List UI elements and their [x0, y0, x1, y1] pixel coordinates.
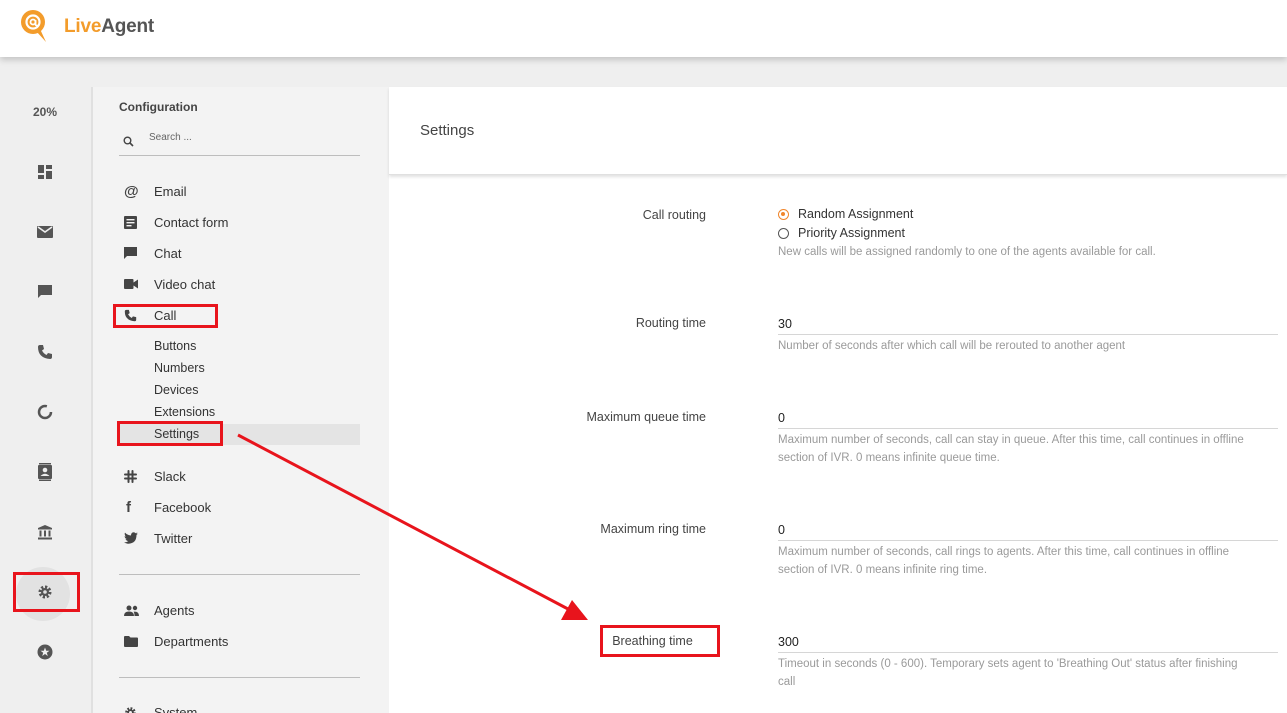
routing-time-help: Number of seconds after which call will … [778, 340, 1126, 352]
nav-item-chat[interactable]: Chat [119, 242, 181, 264]
radio-unchecked-icon [778, 227, 789, 239]
subitem-numbers[interactable]: Numbers [154, 361, 205, 375]
max-queue-time-help-line1: Maximum number of seconds, call can stay… [778, 434, 1244, 446]
nav-item-label: Chat [154, 245, 182, 261]
highlight-call [113, 304, 218, 328]
search-icon [123, 134, 134, 152]
nav-item-facebook[interactable]: f Facebook [119, 496, 211, 518]
radio-label: Random Assignment [798, 207, 914, 221]
logo-text: LiveAgent [64, 16, 154, 38]
configuration-panel: Configuration @ Email Contact form Chat … [93, 87, 389, 713]
reports-icon[interactable] [33, 400, 57, 424]
max-ring-time-help-line2: section of IVR. 0 means infinite ring ti… [778, 564, 988, 576]
logo-text-agent: Agent [101, 16, 155, 37]
gear-icon [119, 706, 154, 713]
call-routing-help: New calls will be assigned randomly to o… [778, 246, 1156, 258]
star-icon[interactable] [33, 640, 57, 664]
logo-icon [20, 9, 62, 45]
phone-icon[interactable] [33, 340, 57, 364]
highlight-settings [117, 421, 223, 446]
nav-item-departments[interactable]: Departments [119, 630, 228, 652]
chat-icon [119, 246, 154, 260]
max-queue-time-input[interactable]: 0 [778, 409, 1278, 429]
settings-header: Settings [389, 87, 1287, 175]
nav-item-label: Video chat [154, 276, 216, 292]
max-ring-time-input[interactable]: 0 [778, 521, 1278, 541]
highlight-gear [13, 572, 80, 612]
nav-item-label: Departments [154, 633, 229, 649]
knowledgebase-icon[interactable] [33, 520, 57, 544]
max-queue-time-label: Maximum queue time [586, 410, 707, 424]
radio-priority-assignment[interactable]: Priority Assignment [778, 226, 905, 240]
folder-icon [119, 635, 154, 647]
chat-icon[interactable] [33, 280, 57, 304]
nav-item-label: Agents [154, 602, 195, 618]
search-input[interactable] [149, 132, 349, 143]
nav-item-email[interactable]: @ Email [119, 180, 187, 202]
breathing-time-input[interactable]: 300 [778, 633, 1278, 653]
radio-checked-icon [778, 208, 789, 220]
section-divider [119, 677, 360, 678]
config-search [119, 127, 360, 156]
routing-time-label: Routing time [635, 316, 706, 330]
nav-item-label: System [154, 704, 198, 713]
page-title: Settings [420, 122, 475, 139]
highlight-breathing-time [600, 625, 720, 657]
facebook-icon: f [126, 498, 131, 516]
nav-item-agents[interactable]: Agents [119, 599, 194, 621]
mail-icon[interactable] [33, 220, 57, 244]
twitter-icon [119, 532, 154, 544]
progress-percent[interactable]: 20% [0, 105, 90, 119]
subitem-devices[interactable]: Devices [154, 383, 198, 397]
section-divider [119, 574, 360, 575]
contacts-icon[interactable] [33, 460, 57, 484]
nav-item-system[interactable]: System [119, 701, 197, 713]
radio-label: Priority Assignment [798, 226, 905, 240]
breathing-time-help-line2: call [778, 676, 796, 688]
nav-item-label: Slack [154, 468, 186, 484]
max-ring-time-help-line1: Maximum number of seconds, call rings to… [778, 546, 1230, 558]
subitem-buttons[interactable]: Buttons [154, 339, 196, 353]
max-queue-time-help-line2: section of IVR. 0 means infinite queue t… [778, 452, 1000, 464]
nav-item-video-chat[interactable]: Video chat [119, 273, 215, 295]
slack-icon [119, 469, 154, 483]
call-routing-label: Call routing [642, 208, 706, 222]
nav-item-label: Twitter [154, 530, 193, 546]
at-icon: @ [124, 182, 139, 200]
nav-item-label: Contact form [154, 214, 229, 230]
agents-icon [119, 605, 154, 616]
top-bar: LiveAgent [0, 0, 1287, 57]
subitem-extensions[interactable]: Extensions [154, 405, 215, 419]
settings-panel: Settings Call routing Random Assignment … [389, 87, 1287, 713]
liveagent-logo[interactable]: LiveAgent [20, 9, 154, 45]
video-icon [119, 279, 154, 289]
nav-item-label: Email [154, 183, 187, 199]
nav-item-contact-form[interactable]: Contact form [119, 211, 228, 233]
left-rail: 20% [0, 87, 90, 713]
dashboard-icon[interactable] [33, 160, 57, 184]
nav-item-label: Facebook [154, 499, 212, 515]
nav-item-slack[interactable]: Slack [119, 465, 186, 487]
form-icon [119, 215, 154, 229]
routing-time-input[interactable]: 30 [778, 315, 1278, 335]
nav-item-twitter[interactable]: Twitter [119, 527, 192, 549]
configuration-title: Configuration [119, 100, 198, 114]
radio-random-assignment[interactable]: Random Assignment [778, 207, 913, 221]
max-ring-time-label: Maximum ring time [600, 522, 706, 536]
breathing-time-help-line1: Timeout in seconds (0 - 600). Temporary … [778, 658, 1238, 670]
logo-text-live: Live [64, 16, 102, 37]
